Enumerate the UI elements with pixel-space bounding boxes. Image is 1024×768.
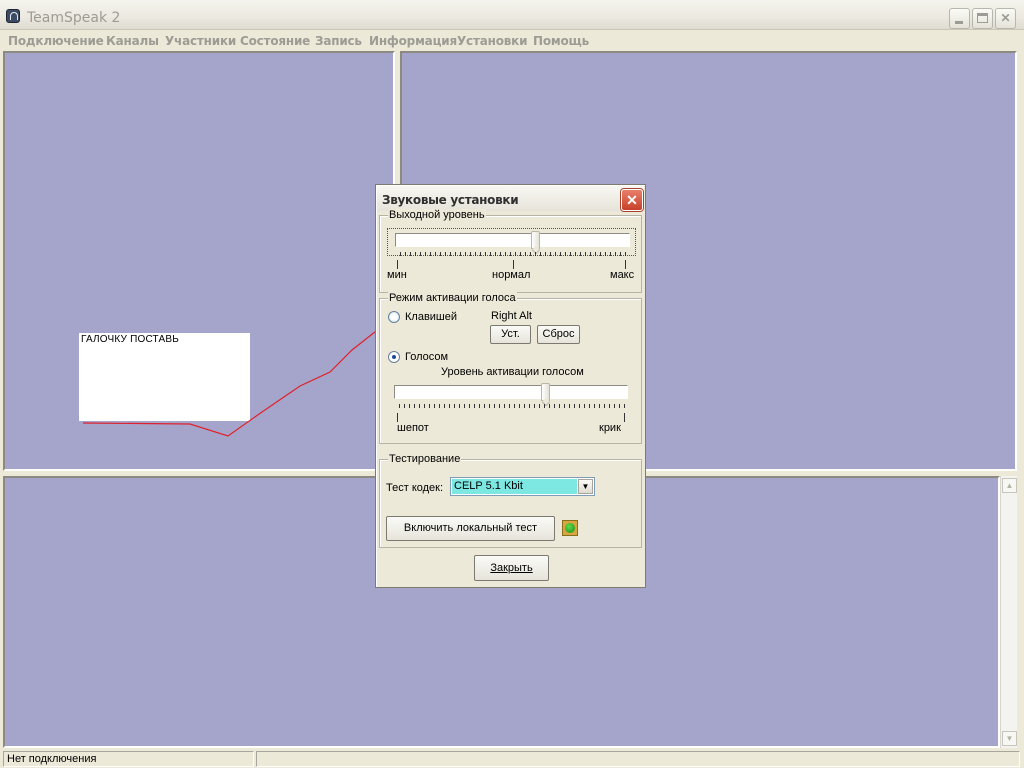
tick-normal	[513, 260, 514, 269]
tick-min	[397, 260, 398, 269]
output-level-group: Выходной уровень мин нормал макс	[379, 209, 642, 293]
codec-label: Тест кодек:	[386, 482, 444, 494]
tick-max	[625, 260, 626, 269]
voice-level-slider[interactable]	[392, 381, 630, 409]
output-max-label: макс	[610, 269, 635, 281]
close-icon: ✕	[626, 192, 638, 208]
voice-level-ticks	[399, 404, 627, 408]
output-level-label: Выходной уровень	[388, 209, 486, 221]
output-normal-label: нормал	[492, 269, 531, 281]
local-test-button[interactable]: Включить локальный тест	[386, 516, 555, 541]
output-level-thumb[interactable]	[530, 231, 540, 249]
output-min-label: мин	[387, 269, 407, 281]
status-bar: Нет подключения	[0, 749, 1024, 768]
tick-shout	[624, 413, 625, 422]
codec-value: CELP 5.1 Kbit	[452, 479, 577, 494]
voice-activation-radio-label: Голосом	[405, 351, 449, 363]
close-dialog-button[interactable]: Закрыть	[474, 555, 549, 581]
testing-label: Тестирование	[388, 453, 462, 465]
whisper-label: шепот	[397, 422, 429, 434]
voice-level-track	[394, 385, 628, 399]
tick-whisper	[397, 413, 398, 422]
output-level-ticks	[400, 252, 626, 256]
dialog-titlebar: Звуковые установки ✕	[377, 186, 644, 211]
output-level-track	[395, 233, 630, 247]
test-status-led-icon	[562, 520, 578, 536]
sound-settings-dialog: Звуковые установки ✕ Выходной уровень ми…	[375, 184, 646, 588]
push-to-talk-radio[interactable]	[388, 311, 400, 323]
shout-label: крик	[599, 422, 621, 434]
hotkey-value: Right Alt	[491, 310, 532, 322]
dialog-close-button[interactable]: ✕	[621, 189, 643, 211]
set-hotkey-button[interactable]: Уст.	[490, 325, 531, 344]
dialog-title: Звуковые установки	[382, 193, 519, 207]
output-level-slider[interactable]	[387, 228, 636, 256]
voice-activation-label: Режим активации голоса	[388, 292, 517, 304]
chevron-down-icon[interactable]: ▼	[578, 479, 593, 494]
push-to-talk-label: Клавишей	[405, 311, 458, 323]
activation-level-label: Уровень активации голосом	[441, 366, 584, 378]
connection-status: Нет подключения	[3, 751, 254, 767]
voice-activation-group: Режим активации голоса Клавишей Right Al…	[379, 292, 642, 444]
status-panel	[256, 751, 1020, 767]
reset-hotkey-button[interactable]: Сброс	[537, 325, 580, 344]
codec-select[interactable]: CELP 5.1 Kbit ▼	[450, 477, 595, 496]
voice-activation-radio[interactable]	[388, 351, 400, 363]
voice-level-thumb[interactable]	[540, 383, 550, 401]
